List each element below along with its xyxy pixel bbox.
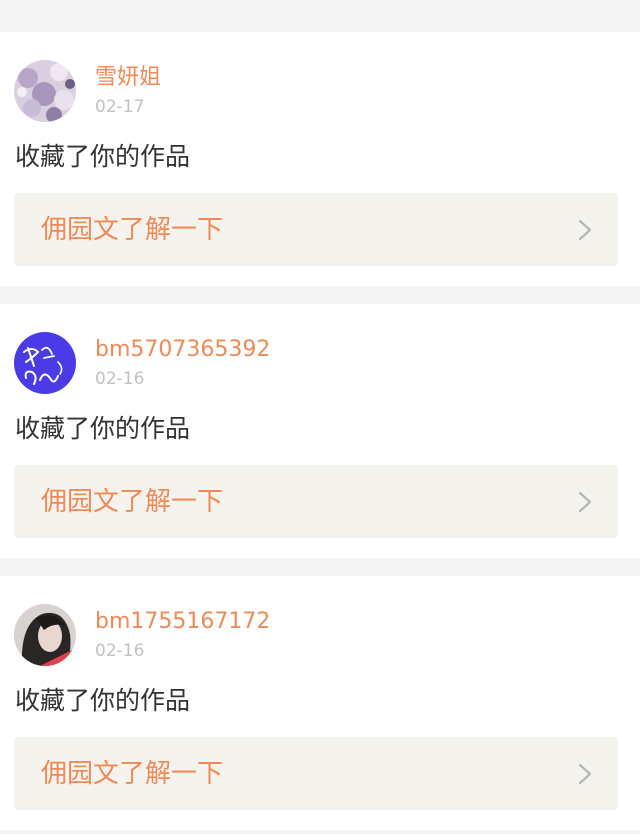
calligraphy-avatar-icon [14,332,76,394]
chevron-right-icon [578,491,592,513]
notification-card: bm5707365392 02-16 收藏了你的作品 佣园文了解一下 [0,304,640,558]
work-link[interactable]: 佣园文了解一下 [14,465,618,538]
username[interactable]: bm1755167172 [95,607,270,637]
activity-text: 收藏了你的作品 [15,142,191,171]
timestamp: 02-17 [95,97,145,117]
work-link[interactable]: 佣园文了解一下 [14,193,618,266]
work-title: 佣园文了解一下 [41,215,224,245]
notification-card: 雪妍姐 02-17 收藏了你的作品 佣园文了解一下 [0,32,640,286]
activity-text: 收藏了你的作品 [15,686,191,715]
work-title: 佣园文了解一下 [41,759,224,789]
portrait-photo-avatar-icon [14,604,76,666]
notification-list: 雪妍姐 02-17 收藏了你的作品 佣园文了解一下 bm5707365392 0… [0,0,640,834]
work-title: 佣园文了解一下 [41,487,224,517]
username[interactable]: bm5707365392 [95,335,270,365]
username[interactable]: 雪妍姐 [95,63,161,93]
user-avatar[interactable] [14,604,76,666]
work-link[interactable]: 佣园文了解一下 [14,737,618,810]
chevron-right-icon [578,219,592,241]
floral-photo-avatar-icon [14,60,76,122]
timestamp: 02-16 [95,641,145,661]
timestamp: 02-16 [95,369,145,389]
activity-text: 收藏了你的作品 [15,414,191,443]
user-avatar[interactable] [14,60,76,122]
chevron-right-icon [578,763,592,785]
user-avatar[interactable] [14,332,76,394]
notification-card: bm1755167172 02-16 收藏了你的作品 佣园文了解一下 [0,576,640,830]
